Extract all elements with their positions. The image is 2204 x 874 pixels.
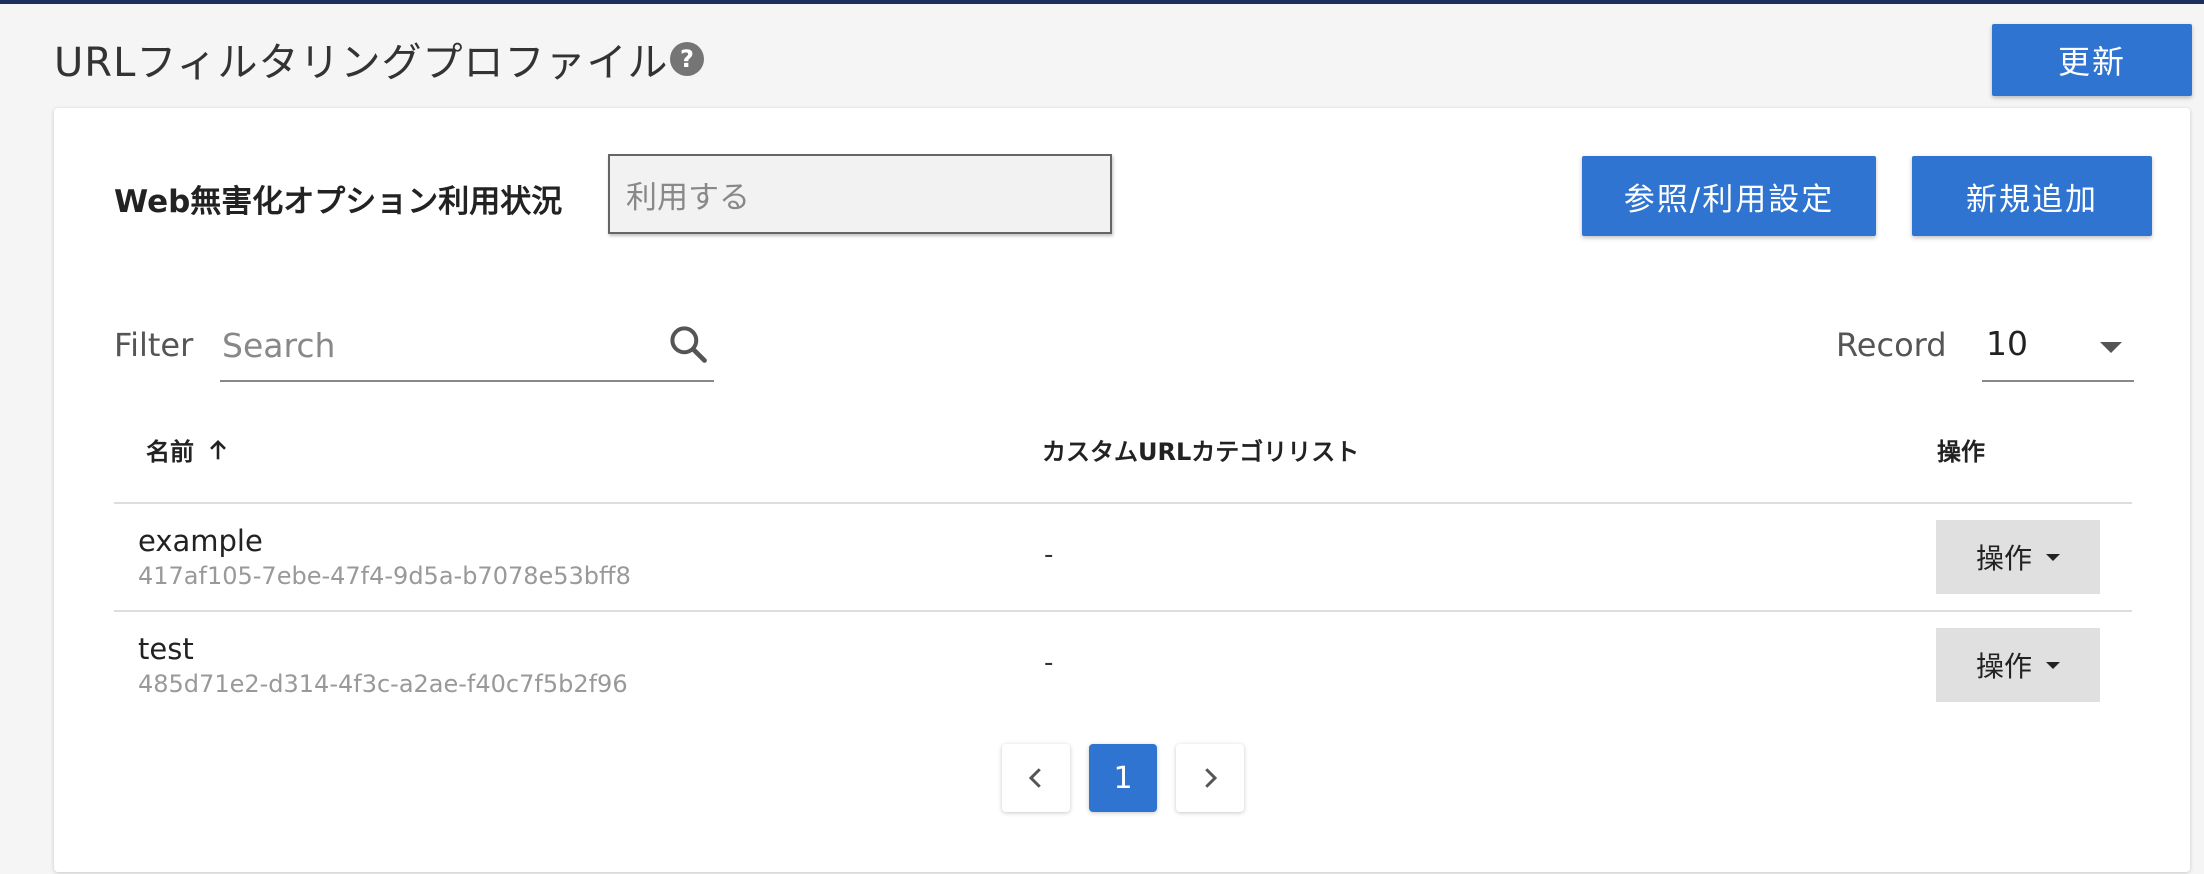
add-new-button[interactable]: 新規追加 xyxy=(1912,156,2152,236)
row-category: - xyxy=(1044,540,1054,570)
column-header-name-label: 名前 xyxy=(146,438,194,466)
row-action-button[interactable]: 操作 xyxy=(1936,520,2100,594)
row-action-button[interactable]: 操作 xyxy=(1936,628,2100,702)
pagination-prev-button[interactable] xyxy=(1002,744,1070,812)
record-label: Record xyxy=(1836,326,1947,364)
search-field xyxy=(220,310,714,382)
row-name: test xyxy=(138,632,194,666)
column-header-action: 操作 xyxy=(1937,438,1985,466)
filter-label: Filter xyxy=(114,326,194,364)
table-row: test 485d71e2-d314-4f3c-a2ae-f40c7f5b2f9… xyxy=(114,612,2132,718)
option-status-field: 利用する xyxy=(608,154,1112,234)
search-icon[interactable] xyxy=(666,322,710,366)
column-header-name[interactable]: 名前 xyxy=(146,432,232,467)
help-icon[interactable]: ? xyxy=(670,42,704,76)
pagination-page-1[interactable]: 1 xyxy=(1089,744,1157,812)
sort-arrow-up-icon xyxy=(210,439,226,459)
row-action-label: 操作 xyxy=(1975,542,2032,575)
chevron-left-icon xyxy=(1028,768,1041,788)
profile-card: Web無害化オプション利用状況 利用する 参照/利用設定 新規追加 Filter… xyxy=(54,108,2190,872)
chevron-right-icon xyxy=(1205,768,1218,788)
caret-down-icon xyxy=(2100,342,2122,353)
row-id: 485d71e2-d314-4f3c-a2ae-f40c7f5b2f96 xyxy=(138,670,628,698)
row-name: example xyxy=(138,524,263,558)
page-title: URLフィルタリングプロファイル xyxy=(54,40,669,86)
refresh-button[interactable]: 更新 xyxy=(1992,24,2192,96)
top-rule xyxy=(0,0,2204,4)
record-value: 10 xyxy=(1986,324,2028,363)
search-input[interactable] xyxy=(220,318,644,372)
option-status-label: Web無害化オプション利用状況 xyxy=(114,184,563,220)
row-id: 417af105-7ebe-47f4-9d5a-b7078e53bff8 xyxy=(138,562,631,590)
row-action-label: 操作 xyxy=(1975,650,2032,683)
column-header-category: カスタムURLカテゴリリスト xyxy=(1042,438,1360,466)
record-select[interactable]: 10 xyxy=(1982,310,2134,382)
pagination-next-button[interactable] xyxy=(1176,744,1244,812)
table-row: example 417af105-7ebe-47f4-9d5a-b7078e53… xyxy=(114,504,2132,610)
caret-down-icon xyxy=(2046,661,2060,669)
reference-settings-button[interactable]: 参照/利用設定 xyxy=(1582,156,1876,236)
caret-down-icon xyxy=(2046,553,2060,561)
row-category: - xyxy=(1044,648,1054,678)
